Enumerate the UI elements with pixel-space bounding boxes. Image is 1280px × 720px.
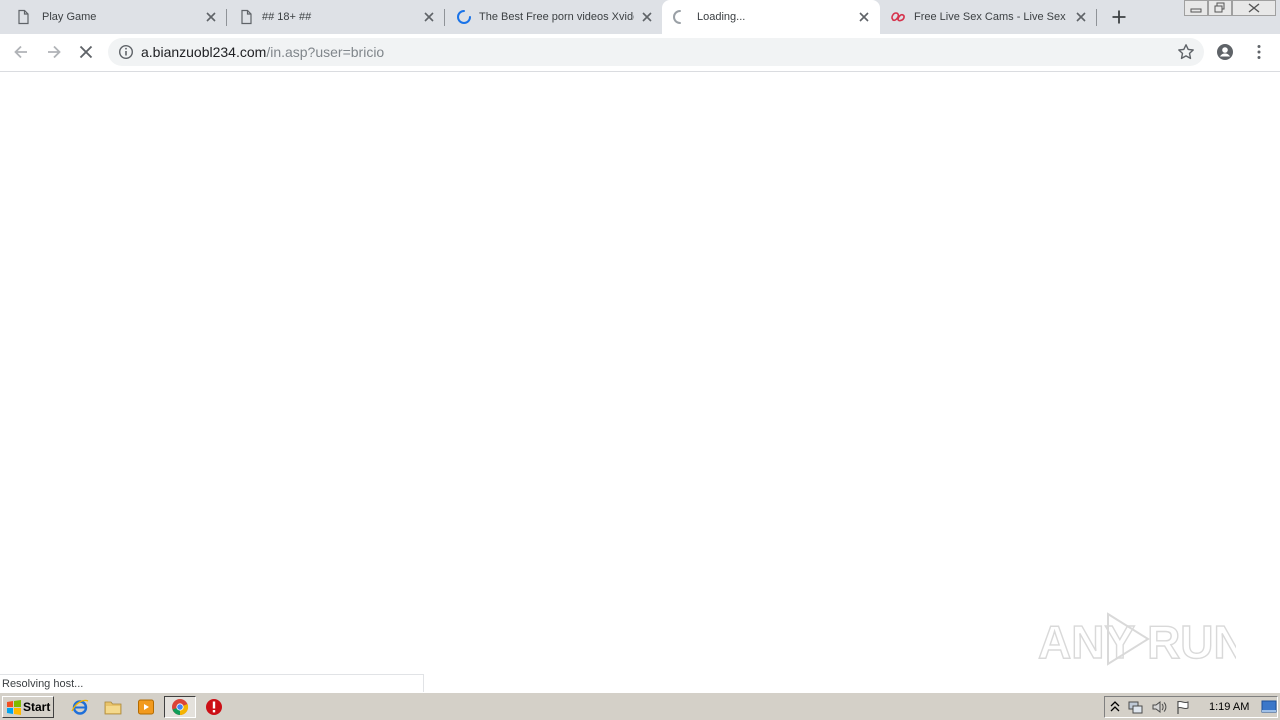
network-icon[interactable] [1127,699,1143,715]
action-center-flag-icon[interactable] [1175,699,1191,715]
stop-loading-icon[interactable] [77,43,95,61]
internet-explorer-icon[interactable] [71,698,89,716]
window-close-icon[interactable] [1232,0,1276,17]
url-host: a.bianzuobl234.com [141,44,267,60]
close-icon[interactable] [1074,10,1088,24]
media-player-icon[interactable] [137,698,155,716]
tab-18plus[interactable]: ## 18+ ## [228,0,445,34]
tab-separator [444,9,445,26]
file-explorer-icon[interactable] [104,698,122,716]
tab-separator [226,9,227,26]
anyrun-watermark: ANY RUN [1037,612,1236,669]
tab-title: Play Game [42,11,97,23]
page-icon [18,9,29,25]
tab-title: The Best Free porn videos Xvideos [479,11,634,23]
start-label: Start [23,700,51,714]
bookmark-star-icon[interactable] [1177,43,1195,61]
taskbar: Start 1:19 AM [0,692,1280,720]
tab-strip: Play Game ## 18+ ## The Best Free porn v… [0,0,1280,34]
opera-alert-icon[interactable] [205,698,223,716]
page-icon [241,9,252,25]
watermark-text: ANY RUN [1038,616,1236,668]
tab-separator [1096,9,1097,26]
close-icon[interactable] [640,10,654,24]
show-hidden-icons-icon[interactable] [1109,700,1121,714]
browser-toolbar: a.bianzuobl234.com/in.asp?user=bricio [0,34,1280,72]
tab-xvideos[interactable]: The Best Free porn videos Xvideos [446,0,662,34]
minimize-icon[interactable] [1184,0,1208,17]
start-button[interactable]: Start [2,696,54,718]
chrome-icon [172,699,189,716]
taskbar-clock[interactable]: 1:19 AM [1209,701,1249,713]
url-text: a.bianzuobl234.com/in.asp?user=bricio [141,44,384,60]
tab-title: Loading... [697,11,746,23]
status-bubble: Resolving host... [0,674,424,692]
tab-play-game[interactable]: Play Game [0,0,227,34]
page-content [0,72,1280,692]
chrome-taskbar-button[interactable] [164,696,196,718]
volume-icon[interactable] [1151,699,1167,715]
address-bar[interactable]: a.bianzuobl234.com/in.asp?user=bricio [108,38,1204,66]
forward-arrow-icon[interactable] [45,43,63,61]
site-favicon-icon [891,12,905,22]
loading-spinner-icon [673,10,681,24]
url-path: /in.asp?user=bricio [266,44,385,60]
loading-spinner-icon [457,10,471,24]
close-icon[interactable] [422,10,436,24]
close-icon[interactable] [857,10,871,24]
tab-loading[interactable]: Loading... [662,0,880,34]
close-icon[interactable] [204,10,218,24]
info-icon[interactable] [118,44,134,60]
profile-avatar-icon[interactable] [1216,43,1234,61]
tab-title: ## 18+ ## [262,11,312,23]
show-desktop-icon[interactable] [1261,700,1277,714]
tab-title: Free Live Sex Cams - Live Sex Chat [914,11,1069,23]
maximize-icon[interactable] [1208,0,1232,17]
menu-dots-icon[interactable] [1250,43,1268,61]
system-tray: 1:19 AM [1104,696,1278,718]
windows-logo-icon [7,700,21,715]
tab-live-cams[interactable]: Free Live Sex Cams - Live Sex Chat [880,0,1097,34]
new-tab-icon[interactable] [1111,9,1127,25]
back-arrow-icon[interactable] [12,43,30,61]
